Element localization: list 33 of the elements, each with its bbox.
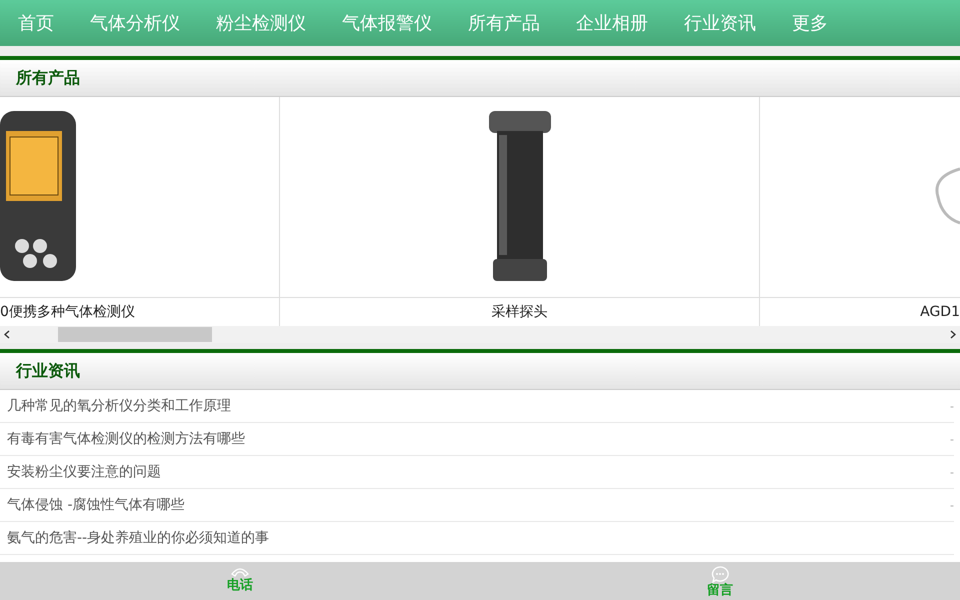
product-card[interactable]: 0便携多种气体检测仪 xyxy=(0,97,280,326)
nav-link[interactable]: 更多 xyxy=(792,11,828,35)
nav-link[interactable]: 行业资讯 xyxy=(684,11,756,35)
nav-link[interactable]: 首页 xyxy=(18,11,54,35)
news-date: - xyxy=(950,400,954,412)
news-link[interactable]: 几种常见的氧分析仪分类和工作原理 xyxy=(7,397,231,415)
bottom-bar-button[interactable]: 留言 xyxy=(480,562,960,600)
news-link[interactable]: 氨气的危害--身处养殖业的你必须知道的事 xyxy=(7,529,270,547)
chat-bubble-icon xyxy=(711,566,729,583)
product-name: 0便携多种气体检测仪 xyxy=(0,303,136,322)
product-card[interactable]: AGD1 xyxy=(760,97,960,326)
phone-icon xyxy=(230,566,250,578)
nav-link[interactable]: 气体分析仪 xyxy=(90,11,180,35)
bottom-bar-button[interactable]: 电话 xyxy=(0,562,480,600)
product-card[interactable]: 采样探头 xyxy=(280,97,760,326)
nav-link[interactable]: 粉尘检测仪 xyxy=(216,11,306,35)
news-link[interactable]: 气体侵蚀 -腐蚀性气体有哪些 xyxy=(7,496,185,514)
nav-link[interactable]: 气体报警仪 xyxy=(342,11,432,35)
news-date: - xyxy=(950,432,954,446)
news-date: - xyxy=(950,498,954,512)
nav-link[interactable]: 所有产品 xyxy=(468,11,540,35)
product-name: AGD1 xyxy=(919,303,960,322)
news-date: - xyxy=(950,466,954,478)
scrollbar-thumb[interactable] xyxy=(58,327,212,342)
horizontal-scrollbar[interactable] xyxy=(0,326,960,343)
section-title: 行业资讯 xyxy=(16,360,80,382)
section-title: 所有产品 xyxy=(16,68,80,88)
news-link[interactable]: 安装粉尘仪要注意的问题 xyxy=(7,463,161,481)
news-link[interactable]: 有毒有害气体检测仪的检测方法有哪些 xyxy=(7,430,245,448)
chevron-right-icon[interactable] xyxy=(950,330,956,339)
product-name: 采样探头 xyxy=(490,303,548,322)
nav-link[interactable]: 企业相册 xyxy=(576,11,648,35)
chevron-left-icon[interactable] xyxy=(4,330,10,339)
